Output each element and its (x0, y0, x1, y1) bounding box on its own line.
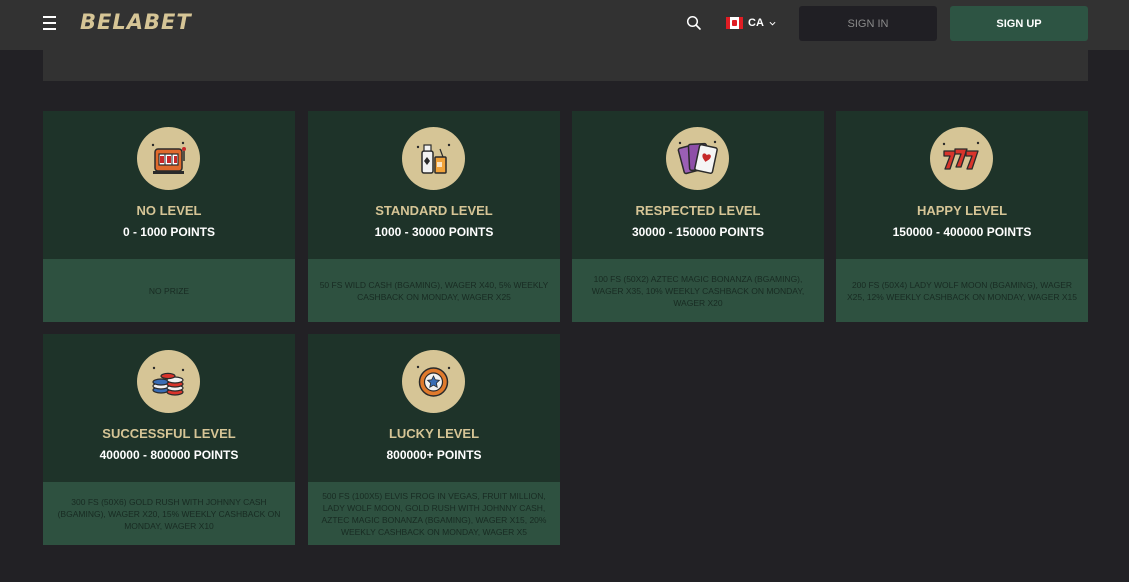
level-name: SUCCESSFUL LEVEL (102, 426, 236, 441)
level-card: HAPPY LEVEL 150000 - 400000 POINTS 200 F… (836, 111, 1088, 322)
poker-chip-icon (416, 365, 451, 397)
level-card-header: LUCKY LEVEL 800000+ POINTS (308, 334, 560, 482)
level-prize: 100 FS (50X2) AZTEC MAGIC BONANZA (BGAMI… (572, 259, 824, 322)
slot-machine-icon (151, 141, 186, 174)
language-selector[interactable]: CA (726, 16, 776, 30)
level-prize: 500 FS (100X5) ELVIS FROG IN VEGAS, FRUI… (308, 482, 560, 545)
level-name: RESPECTED LEVEL (635, 203, 761, 218)
menu-icon[interactable] (43, 16, 56, 30)
level-icon-badge (930, 127, 993, 190)
level-card-header: NO LEVEL 0 - 1000 POINTS (43, 111, 295, 259)
content-panel (43, 50, 1088, 81)
level-card: SUCCESSFUL LEVEL 400000 - 800000 POINTS … (43, 334, 295, 545)
level-card: LUCKY LEVEL 800000+ POINTS 500 FS (100X5… (308, 334, 560, 545)
level-points: 30000 - 150000 POINTS (631, 225, 765, 239)
top-header: BELABET CA SIGN IN SIGN UP (0, 0, 1129, 50)
level-card: NO LEVEL 0 - 1000 POINTS NO PRIZE (43, 111, 295, 322)
level-icon-badge (137, 350, 200, 413)
level-points: 800000+ POINTS (386, 448, 482, 462)
drinks-icon (416, 143, 451, 174)
level-icon-badge (137, 127, 200, 190)
canada-flag-icon (726, 17, 743, 29)
level-prize: 300 FS (50X6) GOLD RUSH WITH JOHNNY CASH… (43, 482, 295, 545)
playing-cards-icon (677, 140, 718, 175)
level-points: 150000 - 400000 POINTS (892, 225, 1032, 239)
level-icon-badge (402, 127, 465, 190)
sign-in-button[interactable]: SIGN IN (799, 6, 937, 41)
level-points: 0 - 1000 POINTS (122, 225, 216, 239)
level-name: STANDARD LEVEL (375, 203, 493, 218)
level-prize: 200 FS (50X4) LADY WOLF MOON (BGAMING), … (836, 259, 1088, 322)
search-icon[interactable] (686, 15, 702, 31)
level-name: LUCKY LEVEL (388, 426, 480, 441)
level-card-header: STANDARD LEVEL 1000 - 30000 POINTS (308, 111, 560, 259)
level-card: STANDARD LEVEL 1000 - 30000 POINTS 50 FS… (308, 111, 560, 322)
chevron-down-icon (769, 21, 776, 26)
level-points: 400000 - 800000 POINTS (99, 448, 239, 462)
level-points: 1000 - 30000 POINTS (374, 225, 494, 239)
level-prize: NO PRIZE (43, 259, 295, 322)
level-prize: 50 FS WILD CASH (BGAMING), WAGER X40, 5%… (308, 259, 560, 322)
level-card-header: SUCCESSFUL LEVEL 400000 - 800000 POINTS (43, 334, 295, 482)
level-name: HAPPY LEVEL (916, 203, 1008, 218)
level-card-header: HAPPY LEVEL 150000 - 400000 POINTS (836, 111, 1088, 259)
level-name: NO LEVEL (136, 203, 202, 218)
chip-stacks-icon (152, 366, 185, 396)
level-icon-badge (666, 127, 729, 190)
language-code: CA (748, 17, 764, 29)
level-card: RESPECTED LEVEL 30000 - 150000 POINTS 10… (572, 111, 824, 322)
level-icon-badge (402, 350, 465, 413)
sign-up-button[interactable]: SIGN UP (950, 6, 1088, 41)
triple-seven-icon (942, 141, 980, 170)
belabet-logo[interactable]: BELABET (80, 10, 192, 34)
level-card-header: RESPECTED LEVEL 30000 - 150000 POINTS (572, 111, 824, 259)
